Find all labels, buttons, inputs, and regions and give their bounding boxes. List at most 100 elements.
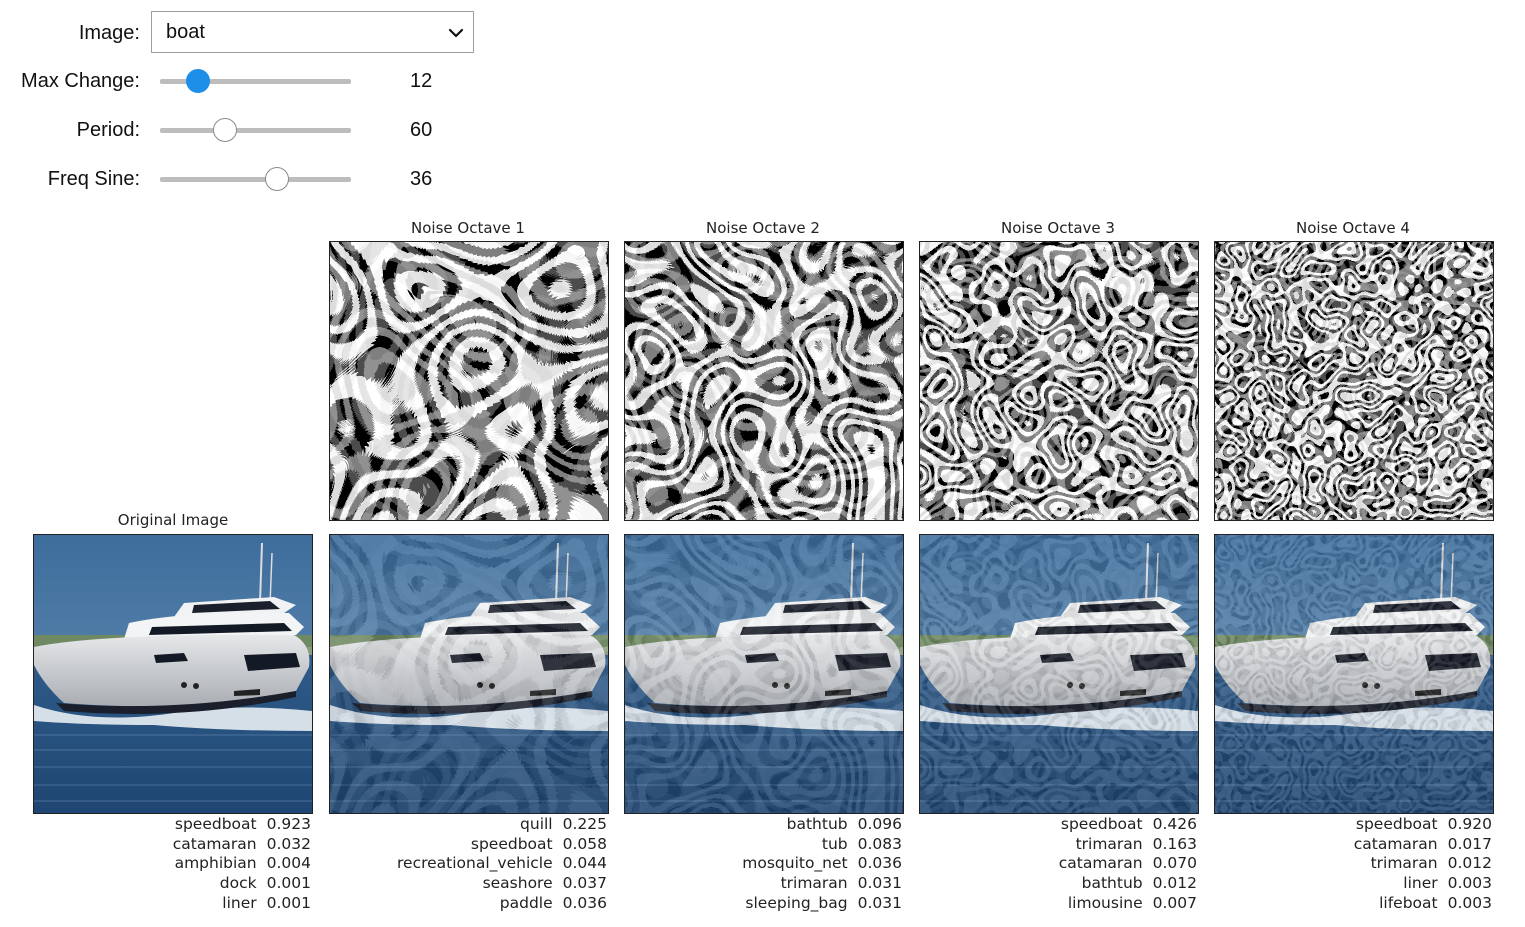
prediction-row: amphibian 0.004 bbox=[11, 854, 311, 874]
prediction-label: lifeboat bbox=[1379, 893, 1438, 912]
slider-thumb[interactable] bbox=[264, 167, 289, 191]
period-value: 60 bbox=[410, 119, 433, 141]
freq-sine-value: 36 bbox=[410, 168, 433, 190]
freq-sine-slider[interactable] bbox=[160, 164, 351, 194]
prediction-score: 0.163 bbox=[1152, 834, 1197, 853]
perturbed-boat-image-1 bbox=[329, 534, 609, 814]
prediction-row: trimaran 0.031 bbox=[602, 874, 902, 894]
octave-2-title: Noise Octave 2 bbox=[706, 219, 820, 237]
prediction-score: 0.001 bbox=[266, 893, 311, 912]
prediction-score: 0.003 bbox=[1447, 874, 1492, 893]
prediction-row: liner 0.001 bbox=[11, 894, 311, 914]
prediction-row: recreational_vehicle 0.044 bbox=[307, 854, 607, 874]
prediction-score: 0.036 bbox=[857, 854, 902, 873]
prediction-row: bathtub 0.096 bbox=[602, 815, 902, 835]
perturbed-boat-image-3 bbox=[919, 534, 1199, 814]
octave-4-predictions: speedboat 0.920 catamaran 0.017 trimaran 0.01… bbox=[1192, 815, 1492, 914]
prediction-row: limousine 0.007 bbox=[897, 894, 1197, 914]
prediction-score: 0.003 bbox=[1447, 893, 1492, 912]
prediction-label: recreational_vehicle bbox=[397, 854, 553, 873]
max-change-value: 12 bbox=[410, 70, 433, 92]
prediction-row: mosquito_net 0.036 bbox=[602, 854, 902, 874]
prediction-row: speedboat 0.923 bbox=[11, 815, 311, 835]
prediction-row: liner 0.003 bbox=[1192, 874, 1492, 894]
prediction-score: 0.096 bbox=[857, 815, 902, 833]
prediction-score: 0.923 bbox=[266, 815, 311, 833]
prediction-score: 0.036 bbox=[562, 893, 607, 912]
prediction-row: quill 0.225 bbox=[307, 815, 607, 835]
prediction-row: catamaran 0.032 bbox=[11, 835, 311, 855]
image-select-label: Image: bbox=[78, 22, 140, 44]
slider-thumb[interactable] bbox=[186, 69, 211, 93]
prediction-label: trimaran bbox=[1370, 854, 1438, 873]
max-change-slider[interactable] bbox=[160, 66, 351, 96]
prediction-row: bathtub 0.012 bbox=[897, 874, 1197, 894]
prediction-score: 0.012 bbox=[1447, 854, 1492, 873]
prediction-row: seashore 0.037 bbox=[307, 874, 607, 894]
freq-sine-label: Freq Sine: bbox=[47, 168, 140, 190]
max-change-label: Max Change: bbox=[21, 70, 140, 92]
prediction-label: speedboat bbox=[1060, 815, 1143, 833]
noise-octave-2-image bbox=[624, 241, 904, 521]
image-select-value: boat bbox=[166, 21, 205, 43]
prediction-score: 0.012 bbox=[1152, 874, 1197, 893]
octave-4-title: Noise Octave 4 bbox=[1296, 219, 1410, 237]
prediction-label: catamaran bbox=[1353, 834, 1438, 853]
slider-track bbox=[160, 128, 351, 133]
octave-3-title: Noise Octave 3 bbox=[1001, 219, 1115, 237]
prediction-score: 0.001 bbox=[266, 874, 311, 893]
noise-octave-3-image bbox=[919, 241, 1199, 521]
prediction-score: 0.007 bbox=[1152, 893, 1197, 912]
original-image-title: Original Image bbox=[117, 511, 229, 529]
prediction-row: catamaran 0.017 bbox=[1192, 835, 1492, 855]
original-predictions: speedboat 0.923 catamaran 0.032 amphibian 0.0… bbox=[11, 815, 311, 914]
prediction-row: catamaran 0.070 bbox=[897, 854, 1197, 874]
prediction-score: 0.031 bbox=[857, 893, 902, 912]
prediction-row: speedboat 0.058 bbox=[307, 835, 607, 855]
slider-thumb[interactable] bbox=[212, 118, 237, 142]
octave-1-title: Noise Octave 1 bbox=[411, 219, 525, 237]
octave-1-predictions: quill 0.225 speedboat 0.058 recreational_veh… bbox=[307, 815, 607, 914]
prediction-row: sleeping_bag 0.031 bbox=[602, 894, 902, 914]
prediction-score: 0.037 bbox=[562, 874, 607, 893]
octave-3-predictions: speedboat 0.426 trimaran 0.163 catamaran 0.07… bbox=[897, 815, 1197, 914]
prediction-label: tub bbox=[821, 834, 848, 853]
prediction-score: 0.083 bbox=[857, 834, 902, 853]
prediction-row: lifeboat 0.003 bbox=[1192, 894, 1492, 914]
noise-octave-1-image bbox=[329, 241, 609, 521]
prediction-label: limousine bbox=[1067, 893, 1143, 912]
prediction-row: tub 0.083 bbox=[602, 835, 902, 855]
prediction-row: speedboat 0.920 bbox=[1192, 815, 1492, 835]
prediction-score: 0.058 bbox=[562, 834, 607, 853]
prediction-score: 0.920 bbox=[1447, 815, 1492, 833]
image-select[interactable]: boat bbox=[151, 11, 474, 53]
prediction-label: amphibian bbox=[174, 854, 257, 873]
prediction-score: 0.070 bbox=[1152, 854, 1197, 873]
prediction-score: 0.032 bbox=[266, 834, 311, 853]
perturbed-boat-image-2 bbox=[624, 534, 904, 814]
prediction-label: speedboat bbox=[470, 834, 553, 853]
noise-octave-4-image bbox=[1214, 241, 1494, 521]
prediction-label: paddle bbox=[499, 893, 553, 912]
prediction-score: 0.004 bbox=[266, 854, 311, 873]
octave-2-predictions: bathtub 0.096 tub 0.083 mosquito_net 0.036 tri… bbox=[602, 815, 902, 914]
prediction-score: 0.017 bbox=[1447, 834, 1492, 853]
prediction-label: trimaran bbox=[780, 874, 848, 893]
prediction-label: quill bbox=[520, 815, 553, 833]
original-boat-image bbox=[33, 534, 313, 814]
prediction-label: bathtub bbox=[786, 815, 848, 833]
prediction-label: catamaran bbox=[1058, 854, 1143, 873]
period-label: Period: bbox=[76, 119, 140, 141]
prediction-label: trimaran bbox=[1075, 834, 1143, 853]
prediction-label: speedboat bbox=[174, 815, 257, 833]
period-slider[interactable] bbox=[160, 115, 351, 145]
slider-track bbox=[160, 177, 351, 182]
prediction-label: sleeping_bag bbox=[745, 893, 848, 912]
prediction-row: trimaran 0.163 bbox=[897, 835, 1197, 855]
prediction-row: trimaran 0.012 bbox=[1192, 854, 1492, 874]
prediction-score: 0.225 bbox=[562, 815, 607, 833]
chevron-down-icon bbox=[448, 28, 464, 38]
prediction-label: dock bbox=[219, 874, 257, 893]
prediction-score: 0.044 bbox=[562, 854, 607, 873]
prediction-score: 0.031 bbox=[857, 874, 902, 893]
